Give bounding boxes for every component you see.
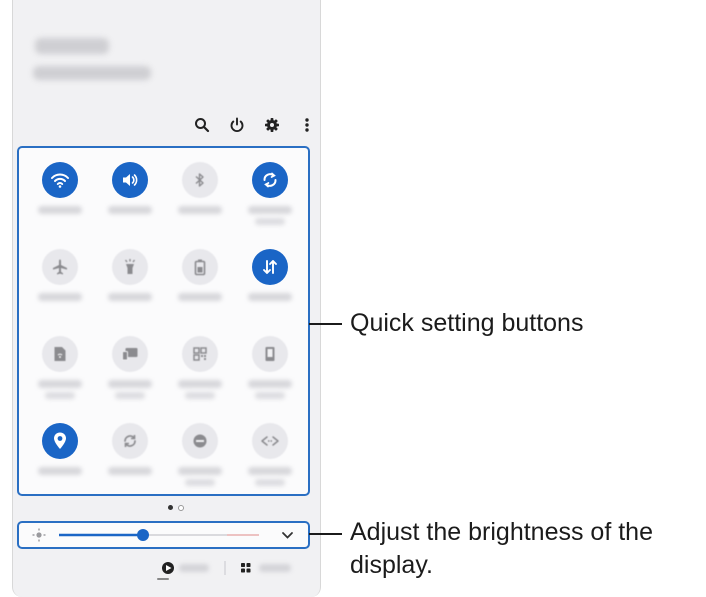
tile-label [38,293,82,301]
notification-panel [12,0,321,597]
page-dot-active[interactable] [168,505,173,510]
date-display [33,66,151,80]
nfc-tile[interactable] [240,423,300,499]
tile-label [38,380,82,388]
brightness-callout-line [309,533,342,535]
tile-label [178,293,222,301]
power-saving-icon [182,249,218,285]
tile-label [178,467,222,475]
tile-label [248,293,292,301]
media-devices-bar [13,556,320,580]
mobile-data-icon [252,249,288,285]
time-display [35,38,109,54]
handle-indicator [157,578,169,580]
airplane-tile[interactable] [30,249,90,325]
tile-label [178,380,222,388]
smart-view-tile[interactable] [100,336,160,412]
device-icon [252,336,288,372]
devices-icon[interactable] [241,563,251,573]
sync-tile[interactable] [100,423,160,499]
brightness-callout-label-line1: Adjust the brightness of the [350,518,653,546]
mobile-hotspot-tile[interactable] [30,336,90,412]
flashlight-icon [112,249,148,285]
quick-settings-panel [17,146,310,496]
sun-icon [32,528,46,542]
tile-label [108,206,152,214]
tile-label [108,293,152,301]
nfc-icon [252,423,288,459]
page-dot-inactive[interactable] [178,505,184,511]
wifi-tile[interactable] [30,162,90,238]
tile-label [248,380,292,388]
tile-label-line2 [185,392,215,399]
brightness-panel [17,521,310,549]
do-not-disturb-icon [182,423,218,459]
tile-label [38,206,82,214]
quick-settings-callout-label: Quick setting buttons [350,309,584,337]
tile-label-line2 [115,392,145,399]
sound-icon [112,162,148,198]
bluetooth-icon [182,162,218,198]
location-tile[interactable] [30,423,90,499]
chevron-down-icon[interactable] [282,532,293,539]
quick-settings-callout-line [309,323,342,325]
power-icon[interactable] [226,116,248,134]
brightness-slider-thumb[interactable] [137,529,149,541]
tile-label [248,467,292,475]
tile-label [248,206,292,214]
tile-label-line2 [255,392,285,399]
airplane-icon [42,249,78,285]
auto-rotate-icon [252,162,288,198]
mobile-data-tile[interactable] [240,249,300,325]
tile-label-line2 [45,392,75,399]
bluetooth-tile[interactable] [170,162,230,238]
more-vertical-icon[interactable] [296,116,318,134]
media-output-icon[interactable] [162,562,174,574]
power-saving-tile[interactable] [170,249,230,325]
tile-label-line2 [255,218,285,225]
tile-label-line2 [255,479,285,486]
mobile-hotspot-icon [42,336,78,372]
flashlight-tile[interactable] [100,249,160,325]
tile-label-line2 [185,479,215,486]
search-icon[interactable] [191,116,213,134]
page-indicator [168,505,184,511]
tile-label [178,206,222,214]
device-tile[interactable] [240,336,300,412]
tile-label [108,467,152,475]
do-not-disturb-tile[interactable] [170,423,230,499]
auto-rotate-tile[interactable] [240,162,300,238]
sound-tile[interactable] [100,162,160,238]
brightness-callout-label-line2: display. [350,551,433,579]
smart-view-icon [112,336,148,372]
wifi-icon [42,162,78,198]
tile-label [108,380,152,388]
qr-scanner-tile[interactable] [170,336,230,412]
tile-label [38,467,82,475]
location-icon [42,423,78,459]
gear-icon[interactable] [261,116,283,134]
qr-scanner-icon [182,336,218,372]
devices-label-blurred [259,564,291,572]
media-label-blurred [179,564,209,572]
sync-icon [112,423,148,459]
panel-toolbar [191,116,318,134]
